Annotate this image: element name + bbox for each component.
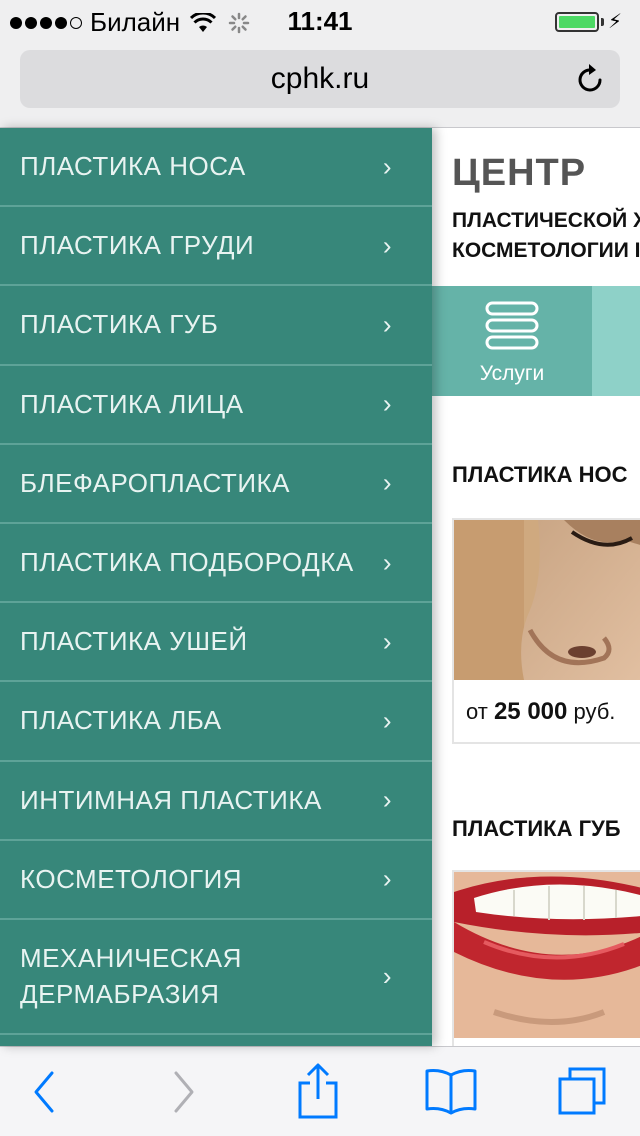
price: от 25 000 руб. bbox=[466, 698, 615, 726]
chevron-right-icon: › bbox=[382, 467, 392, 498]
site-subtitle-line: КОСМЕТОЛОГИИ I bbox=[452, 239, 640, 262]
menu-item-dermabrasion[interactable]: МЕХАНИЧЕСКАЯ ДЕРМАБРАЗИЯ › bbox=[0, 920, 432, 1035]
menu-icon bbox=[485, 301, 539, 350]
forward-icon[interactable] bbox=[168, 1067, 198, 1117]
service-card-nose[interactable]: от 25 000 руб. bbox=[452, 518, 640, 744]
menu-item-label: ИНТИМНАЯ ПЛАСТИКА bbox=[20, 784, 322, 815]
share-icon[interactable] bbox=[296, 1061, 340, 1121]
browser-address-area: cphk.ru bbox=[0, 40, 640, 128]
menu-item-cosmetology[interactable]: КОСМЕТОЛОГИЯ › bbox=[0, 841, 432, 920]
menu-item-ears[interactable]: ПЛАСТИКА УШЕЙ › bbox=[0, 603, 432, 683]
bookmarks-icon[interactable] bbox=[424, 1067, 478, 1115]
site-nav-bar: Услуги bbox=[432, 286, 640, 396]
chevron-right-icon: › bbox=[382, 309, 392, 340]
menu-item-nose[interactable]: ПЛАСТИКА НОСА › bbox=[0, 128, 432, 208]
lips-photo bbox=[454, 872, 640, 1038]
services-button[interactable]: Услуги bbox=[432, 286, 592, 396]
menu-item-forehead[interactable]: ПЛАСТИКА ЛБА › bbox=[0, 682, 432, 762]
menu-item-label: ПЛАСТИКА ГРУДИ bbox=[20, 230, 255, 261]
menu-item-blepharoplasty[interactable]: БЛЕФАРОПЛАСТИКА › bbox=[0, 445, 432, 524]
side-menu: ПЛАСТИКА НОСА › ПЛАСТИКА ГРУДИ › ПЛАСТИК… bbox=[0, 128, 432, 1046]
site-subtitle: ПЛАСТИЧЕСКОЙ Х КОСМЕТОЛОГИИ I bbox=[452, 206, 640, 266]
page-content: ЦЕНТР ПЛАСТИЧЕСКОЙ Х КОСМЕТОЛОГИИ I Услу… bbox=[432, 128, 640, 1046]
menu-item-chin[interactable]: ПЛАСТИКА ПОДБОРОДКА › bbox=[0, 524, 432, 604]
chevron-right-icon: › bbox=[382, 961, 392, 992]
menu-item-label: МЕХАНИЧЕСКАЯ ДЕРМАБРАЗИЯ bbox=[20, 943, 242, 1010]
services-label: Услуги bbox=[479, 362, 545, 385]
section-title: ПЛАСТИКА ГУБ bbox=[452, 816, 621, 841]
menu-item-lips[interactable]: ПЛАСТИКА ГУБ › bbox=[0, 286, 432, 366]
nose-photo bbox=[454, 520, 640, 680]
site-title: ЦЕНТР bbox=[452, 152, 587, 194]
chevron-right-icon: › bbox=[382, 626, 392, 657]
charging-icon: ⚡ bbox=[607, 11, 622, 33]
menu-item-label: ПЛАСТИКА ПОДБОРОДКА bbox=[20, 547, 354, 578]
menu-item-label: ПЛАСТИКА ЛБА bbox=[20, 705, 222, 736]
site-subtitle-line: ПЛАСТИЧЕСКОЙ Х bbox=[452, 209, 640, 232]
reload-icon[interactable] bbox=[576, 62, 606, 94]
url-text: cphk.ru bbox=[270, 62, 370, 95]
menu-item-label: КОСМЕТОЛОГИЯ bbox=[20, 863, 243, 894]
menu-item-label: ПЛАСТИКА НОСА bbox=[20, 151, 246, 182]
menu-item-label: БЛЕФАРОПЛАСТИКА bbox=[20, 467, 290, 498]
battery-icon: ⚡ bbox=[554, 9, 622, 34]
menu-item-label: ПЛАСТИКА ГУБ bbox=[20, 309, 219, 340]
chevron-right-icon: › bbox=[382, 151, 392, 182]
status-bar: Билайн 11:41 ⚡ bbox=[0, 0, 640, 40]
nav-next-tab[interactable] bbox=[592, 286, 640, 396]
menu-item-label: ПЛАСТИКА УШЕЙ bbox=[20, 626, 248, 657]
chevron-right-icon: › bbox=[382, 784, 392, 815]
menu-item-face[interactable]: ПЛАСТИКА ЛИЦА › bbox=[0, 366, 432, 445]
price-value: 25 000 bbox=[493, 698, 568, 725]
price-suffix: руб. bbox=[567, 699, 616, 724]
chevron-right-icon: › bbox=[382, 863, 392, 894]
section-title: ПЛАСТИКА НОС bbox=[452, 462, 628, 487]
chevron-right-icon: › bbox=[382, 230, 392, 261]
price-prefix: от bbox=[466, 699, 494, 724]
chevron-right-icon: › bbox=[382, 547, 392, 578]
back-icon[interactable] bbox=[30, 1067, 60, 1117]
chevron-right-icon: › bbox=[382, 388, 392, 419]
chevron-right-icon: › bbox=[382, 705, 392, 736]
menu-item-breast[interactable]: ПЛАСТИКА ГРУДИ › bbox=[0, 207, 432, 287]
service-card-lips[interactable] bbox=[452, 870, 640, 1046]
clock: 11:41 bbox=[287, 6, 353, 36]
url-field[interactable]: cphk.ru bbox=[20, 50, 620, 108]
browser-toolbar bbox=[0, 1046, 640, 1136]
menu-item-intimate[interactable]: ИНТИМНАЯ ПЛАСТИКА › bbox=[0, 762, 432, 841]
menu-item-label: ПЛАСТИКА ЛИЦА bbox=[20, 388, 244, 419]
tabs-icon[interactable] bbox=[556, 1065, 610, 1117]
